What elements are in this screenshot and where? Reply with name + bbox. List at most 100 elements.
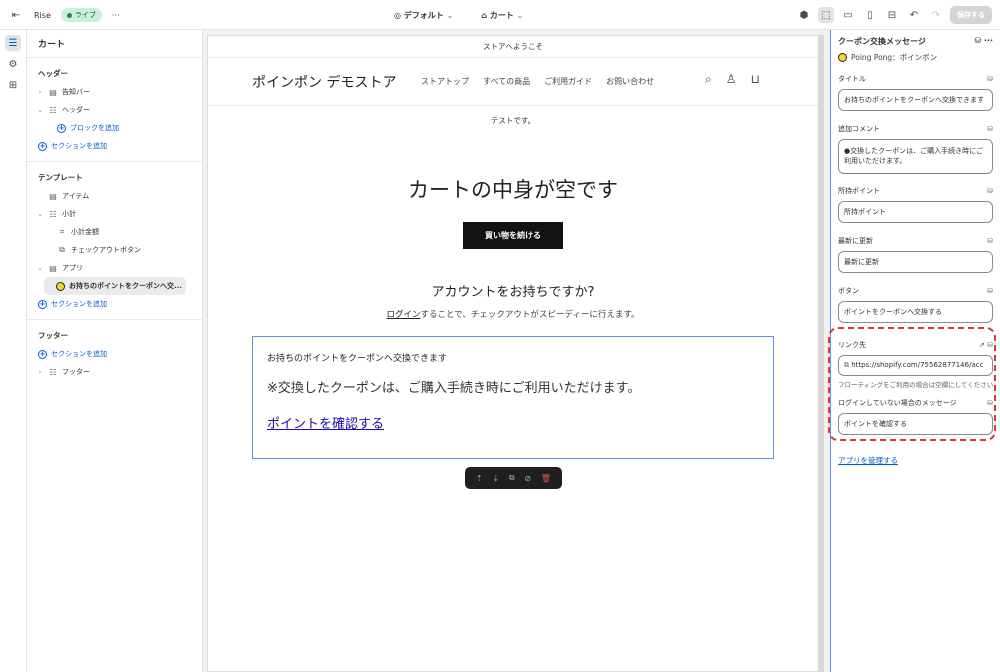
manage-app-link[interactable]: アプリを管理する — [838, 456, 898, 465]
add-section-header-button[interactable]: + セクションを追加 — [27, 137, 202, 155]
header-section-icon: ☷ — [49, 105, 57, 115]
footer-group-title: フッター — [38, 331, 68, 340]
settings-icon[interactable]: ⚙ — [5, 56, 21, 72]
chevron-right-icon[interactable]: › — [36, 368, 44, 376]
save-button[interactable]: 保存する — [950, 6, 992, 24]
apps-icon[interactable]: ⊞ — [5, 77, 21, 93]
redo-icon[interactable]: ↷ — [928, 7, 944, 23]
store-nav: ストアトップ すべての商品 ご利用ガイド お問い合わせ — [421, 76, 654, 87]
comment-textarea[interactable]: ●交換したクーポンは、ご購入手続き時にご利用いただけます。 — [838, 139, 993, 174]
check-points-link[interactable]: ポイントを確認する — [267, 413, 759, 432]
store-header-icons: ⌕ ♙ ⊔ — [705, 72, 760, 87]
exit-icon[interactable]: ⇤ — [8, 7, 24, 23]
button-text-input[interactable]: ポイントをクーポンへ交換する — [838, 301, 993, 323]
button-icon: ⧉ — [59, 245, 65, 254]
announcement-bar[interactable]: ストアへようこそ — [208, 36, 818, 58]
theme-select[interactable]: ◎ デフォルト ⌄ — [394, 10, 453, 21]
sidebar-item-apps[interactable]: ⌄ ▤ アプリ — [27, 259, 202, 277]
manage-app-row: アプリを管理する — [838, 455, 993, 466]
search-icon[interactable]: ⌕ — [705, 72, 712, 87]
continue-shopping-button[interactable]: 買い物を続ける — [463, 222, 563, 249]
sidebar-item-subtotal-amount[interactable]: ⌗ 小計金額 — [27, 223, 202, 241]
store-header[interactable]: ポインポン デモストア ストアトップ すべての商品 ご利用ガイド お問い合わせ … — [208, 58, 818, 106]
left-rail: ☰ ⚙ ⊞ — [0, 30, 27, 672]
app-logo-icon — [838, 53, 847, 62]
title-field: タイトル ⛁ お持ちのポイントをクーポンへ交換できます — [838, 73, 993, 111]
app-source: Poing Pong：ポインポン — [838, 52, 993, 63]
ai-icon[interactable]: ⬢ — [796, 7, 812, 23]
header-group-title: ヘッダー — [38, 69, 68, 78]
template-group-title: テンプレート — [38, 173, 83, 182]
template-group: テンプレート ▤ アイテム ⌄ ☷ 小計 ⌗ 小計金額 ⧉ チェックアウトボタン… — [27, 162, 202, 320]
account-title: アカウントをお持ちですか? — [431, 285, 595, 300]
title-input[interactable]: お持ちのポイントをクーポンへ交換できます — [838, 89, 993, 111]
move-down-icon[interactable]: ⇣ — [492, 474, 499, 483]
sidebar-title: カート — [27, 30, 202, 58]
add-section-template-button[interactable]: + セクションを追加 — [27, 295, 202, 313]
app-block-title: お持ちのポイントをクーポンへ交換できます — [267, 354, 448, 364]
dynamic-source-icon[interactable]: ⛁ — [987, 75, 993, 83]
app-block-comment: ※交換したクーポンは、ご購入手続き時にご利用いただけます。 — [267, 381, 641, 396]
sidebar-item-footer[interactable]: › ☷ フッター — [27, 363, 202, 381]
store-logo-text[interactable]: ポインポン デモストア — [252, 72, 396, 92]
dynamic-source-icon[interactable]: ⛁ — [987, 125, 993, 133]
block-floating-toolbar: ⇡ ⇣ ⧉ ⊘ 🗑 — [465, 467, 562, 489]
highlight-annotation — [828, 327, 996, 441]
undo-icon[interactable]: ↶ — [906, 7, 922, 23]
chevron-down-icon[interactable]: ⌄ — [36, 264, 44, 272]
dynamic-source-icon[interactable]: ⛁ — [987, 187, 993, 195]
comment-field: 追加コメント ⛁ ●交換したクーポンは、ご購入手続き時にご利用いただけます。 — [838, 123, 993, 174]
database-icon[interactable]: ⛁ — [974, 36, 981, 45]
mobile-view-icon[interactable]: ▯ — [862, 7, 878, 23]
add-block-button[interactable]: + ブロックを追加 — [27, 119, 202, 137]
nav-link[interactable]: すべての商品 — [483, 76, 530, 87]
add-section-footer-button[interactable]: + セクションを追加 — [27, 345, 202, 363]
sidebar-item-checkout-button[interactable]: ⧉ チェックアウトボタン — [27, 241, 202, 259]
more-button[interactable]: ··· — [112, 11, 120, 20]
more-icon[interactable]: ··· — [984, 36, 993, 45]
store-name: Rise — [34, 10, 51, 20]
inspector-toggle-icon[interactable]: ⬚ — [818, 7, 834, 23]
panel-title: クーポン交換メッセージ — [838, 37, 926, 46]
coupon-app-block[interactable]: お持ちのポイントをクーポンへ交換できます ※交換したクーポンは、ご購入手続き時に… — [252, 336, 774, 459]
sidebar-item-items[interactable]: ▤ アイテム — [27, 187, 202, 205]
plus-circle-icon: + — [38, 141, 47, 151]
sidebar-item-subtotal[interactable]: ⌄ ☷ 小計 — [27, 205, 202, 223]
updated-input[interactable]: 最新に更新 — [838, 251, 993, 273]
nav-link[interactable]: お問い合わせ — [606, 76, 654, 87]
button-field: ボタン ⛁ ポイントをクーポンへ交換する — [838, 285, 993, 323]
page-select[interactable]: ⌂ カート ⌄ — [481, 10, 523, 21]
chevron-right-icon[interactable]: › — [36, 88, 44, 96]
points-input[interactable]: 所持ポイント — [838, 201, 993, 223]
footer-group: フッター + セクションを追加 › ☷ フッター — [27, 320, 202, 387]
updated-field: 最新に更新 ⛁ 最新に更新 — [838, 235, 993, 273]
sidebar-item-header[interactable]: ⌄ ☷ ヘッダー — [27, 101, 202, 119]
chevron-down-icon[interactable]: ⌄ — [36, 210, 44, 218]
preview-scrollbar[interactable] — [818, 35, 824, 672]
store-preview[interactable]: ストアへようこそ ポインポン デモストア ストアトップ すべての商品 ご利用ガイ… — [207, 35, 819, 672]
nav-link[interactable]: ご利用ガイド — [544, 76, 592, 87]
cart-icon[interactable]: ⊔ — [751, 72, 760, 87]
section-icon: ▤ — [49, 87, 57, 97]
block-icon: ⌗ — [59, 227, 65, 236]
sections-icon[interactable]: ☰ — [5, 35, 21, 51]
duplicate-icon[interactable]: ⧉ — [509, 473, 515, 483]
fullwidth-view-icon[interactable]: ⊟ — [884, 7, 900, 23]
nav-link[interactable]: ストアトップ — [421, 76, 469, 87]
desktop-view-icon[interactable]: ▭ — [840, 7, 856, 23]
empty-cart-title: カートの中身が空です — [408, 178, 618, 202]
delete-icon[interactable]: 🗑 — [541, 474, 551, 483]
move-up-icon[interactable]: ⇡ — [476, 474, 483, 483]
panel-actions: ⛁ ··· — [974, 36, 993, 47]
dynamic-source-icon[interactable]: ⛁ — [987, 287, 993, 295]
hide-icon[interactable]: ⊘ — [524, 474, 531, 483]
footer-section-icon: ☷ — [49, 367, 57, 377]
dynamic-source-icon[interactable]: ⛁ — [987, 237, 993, 245]
live-dot-icon — [66, 12, 72, 18]
login-link[interactable]: ログイン — [387, 310, 421, 320]
account-icon[interactable]: ♙ — [726, 72, 737, 87]
chevron-down-icon[interactable]: ⌄ — [36, 106, 44, 114]
test-text: テストです。 — [490, 116, 536, 125]
sidebar-item-announcement-bar[interactable]: › ▤ 告知バー — [27, 83, 202, 101]
sidebar-item-coupon-block[interactable]: お持ちのポイントをクーポンへ交... — [44, 277, 186, 295]
